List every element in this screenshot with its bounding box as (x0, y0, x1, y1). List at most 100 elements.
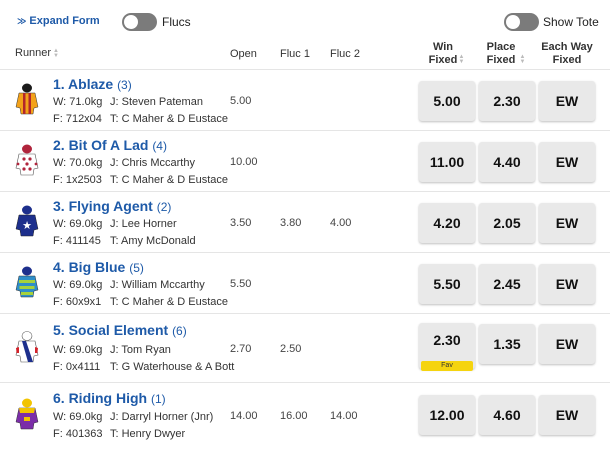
win-odds-button[interactable]: 11.00 (419, 142, 475, 182)
win-odds-button[interactable]: 2.30 Fav (419, 323, 475, 371)
horse-name: 2. Bit Of A Lad (53, 137, 149, 153)
horse-name-link[interactable]: 6. Riding High (1) (53, 390, 166, 406)
open-price: 2.70 (230, 343, 252, 355)
trainer: T: Amy McDonald (110, 235, 196, 247)
place-odds-button[interactable]: 2.05 (479, 203, 535, 243)
weight: W: 69.0kg (53, 344, 103, 356)
each-way-label: EW (555, 336, 579, 352)
favourite-badge: Fav (421, 361, 473, 371)
each-way-button[interactable]: EW (539, 324, 595, 364)
win-odds: 5.50 (433, 276, 461, 292)
runner-row: ★ 3. Flying Agent (2) W: 69.0kg J: Lee H… (0, 191, 610, 252)
each-way-button[interactable]: EW (539, 264, 595, 304)
fluc2-column-header: Fluc 2 (330, 48, 360, 60)
form: F: 712x04 (53, 113, 102, 125)
jockey-silk-icon (15, 266, 39, 298)
each-way-button[interactable]: EW (539, 395, 595, 435)
fluc1-price: 16.00 (280, 410, 308, 422)
win-odds: 12.00 (429, 407, 465, 423)
each-way-label: EW (555, 154, 579, 170)
weight: W: 69.0kg (53, 218, 103, 230)
form: F: 1x2503 (53, 174, 102, 186)
win-header-line1: Win (432, 41, 454, 53)
form: F: 401363 (53, 428, 103, 440)
show-tote-label: Show Tote (543, 15, 599, 29)
horse-name: 6. Riding High (53, 390, 148, 406)
fluc2-price: 14.00 (330, 410, 358, 422)
fluc1-price: 3.80 (280, 217, 302, 229)
jockey: J: Tom Ryan (110, 344, 171, 356)
topbar: ≫ Expand Form Flucs Show Tote (0, 0, 610, 42)
win-odds-button[interactable]: 5.00 (419, 81, 475, 121)
runner-row: 1. Ablaze (3) W: 71.0kg J: Steven Patema… (0, 69, 610, 130)
show-tote-toggle[interactable] (504, 13, 539, 31)
barrier-number: (3) (117, 78, 132, 92)
expand-form-link[interactable]: ≫ Expand Form (17, 15, 100, 27)
flucs-toggle[interactable] (122, 13, 157, 31)
place-odds: 2.45 (493, 276, 521, 292)
weight: W: 69.0kg (53, 279, 103, 291)
runner-row: 5. Social Element (6) W: 69.0kg J: Tom R… (0, 313, 610, 382)
fluc1-price: 2.50 (280, 343, 302, 355)
sort-icon: ▲ ▼ (53, 48, 59, 59)
each-way-label: EW (555, 93, 579, 109)
runner-row: 4. Big Blue (5) W: 69.0kg J: William Mcc… (0, 252, 610, 313)
weight: W: 69.0kg (53, 411, 103, 423)
horse-name-link[interactable]: 1. Ablaze (3) (53, 76, 132, 92)
double-chevron-down-icon: ≫ (17, 15, 27, 26)
win-odds-button[interactable]: 5.50 (419, 264, 475, 304)
horse-name: 4. Big Blue (53, 259, 126, 275)
trainer: T: Henry Dwyer (110, 428, 186, 440)
weight: W: 71.0kg (53, 96, 103, 108)
fluc2-price: 4.00 (330, 217, 352, 229)
each-way-button[interactable]: EW (539, 203, 595, 243)
open-price: 5.00 (230, 95, 252, 107)
place-header-line1: Place (486, 41, 516, 53)
horse-name: 5. Social Element (53, 322, 169, 338)
open-price: 3.50 (230, 217, 252, 229)
each-way-header-line1: Each Way (541, 41, 593, 53)
jockey-silk-icon (15, 398, 39, 430)
horse-name-link[interactable]: 4. Big Blue (5) (53, 259, 144, 275)
each-way-button[interactable]: EW (539, 81, 595, 121)
barrier-number: (5) (129, 261, 144, 275)
sort-icon: ▲ ▼ (519, 54, 526, 65)
jockey-silk-icon (15, 144, 39, 176)
form: F: 0x4111 (53, 361, 101, 373)
place-odds: 2.05 (493, 215, 521, 231)
place-odds-button[interactable]: 2.45 (479, 264, 535, 304)
horse-name-link[interactable]: 3. Flying Agent (2) (53, 198, 171, 214)
place-odds-button[interactable]: 1.35 (479, 324, 535, 364)
place-odds-button[interactable]: 4.60 (479, 395, 535, 435)
runner-header-label: Runner (15, 47, 52, 59)
place-odds-button[interactable]: 4.40 (479, 142, 535, 182)
runner-row: 6. Riding High (1) W: 69.0kg J: Darryl H… (0, 382, 610, 447)
horse-name-link[interactable]: 5. Social Element (6) (53, 322, 187, 338)
each-way-label: EW (555, 407, 579, 423)
each-way-button[interactable]: EW (539, 142, 595, 182)
win-fixed-header[interactable]: Win Fixed ▲ ▼ (418, 41, 468, 67)
weight: W: 70.0kg (53, 157, 103, 169)
jockey: J: Chris Mccarthy (110, 157, 195, 169)
svg-text:★: ★ (22, 220, 32, 232)
place-odds-button[interactable]: 2.30 (479, 81, 535, 121)
open-price: 14.00 (230, 410, 258, 422)
horse-name-link[interactable]: 2. Bit Of A Lad (4) (53, 137, 167, 153)
win-odds: 5.00 (433, 93, 461, 109)
runner-column-header[interactable]: Runner ▲ ▼ (15, 47, 59, 59)
win-odds-button[interactable]: 4.20 (419, 203, 475, 243)
open-price: 10.00 (230, 156, 258, 168)
jockey: J: Darryl Horner (Jnr) (110, 411, 214, 423)
horse-name: 3. Flying Agent (53, 198, 153, 214)
each-way-header-line2: Fixed (552, 54, 582, 66)
place-fixed-header[interactable]: Place Fixed ▲ ▼ (476, 41, 526, 67)
runner-row: 2. Bit Of A Lad (4) W: 70.0kg J: Chris M… (0, 130, 610, 191)
place-odds: 2.30 (493, 93, 521, 109)
fluc1-column-header: Fluc 1 (280, 48, 310, 60)
jockey: J: William Mccarthy (110, 279, 205, 291)
win-odds-button[interactable]: 12.00 (419, 395, 475, 435)
jockey: J: Lee Horner (110, 218, 177, 230)
horse-name: 1. Ablaze (53, 76, 114, 92)
flucs-label: Flucs (162, 15, 191, 29)
barrier-number: (4) (152, 139, 167, 153)
